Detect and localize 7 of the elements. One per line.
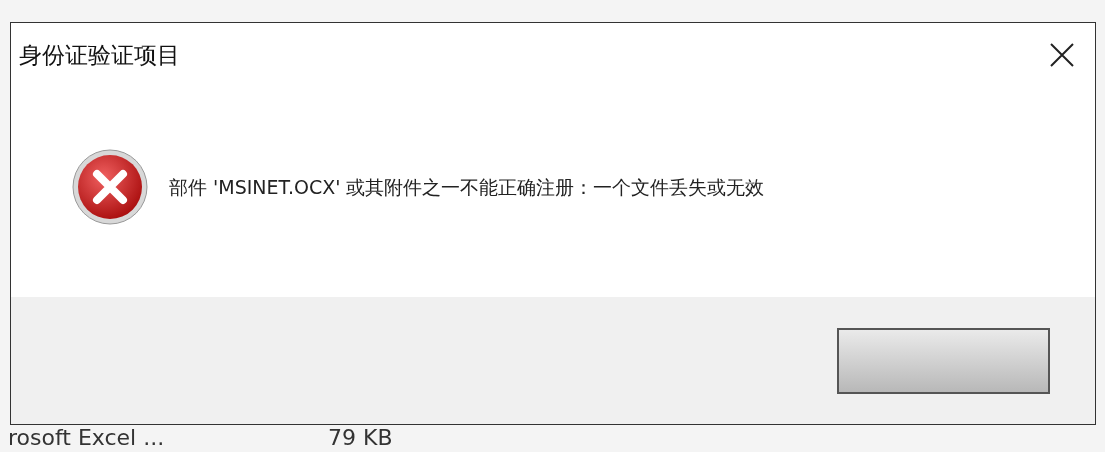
- error-message: 部件 'MSINET.OCX' 或其附件之一不能正确注册：一个文件丢失或无效: [169, 174, 765, 200]
- dialog-title: 身份证验证项目: [19, 40, 180, 70]
- close-icon: [1049, 42, 1075, 68]
- dialog-button[interactable]: [837, 327, 1050, 394]
- file-size: 79 KB: [328, 425, 393, 451]
- error-icon: [71, 148, 149, 226]
- file-name: rosoft Excel ...: [8, 425, 166, 451]
